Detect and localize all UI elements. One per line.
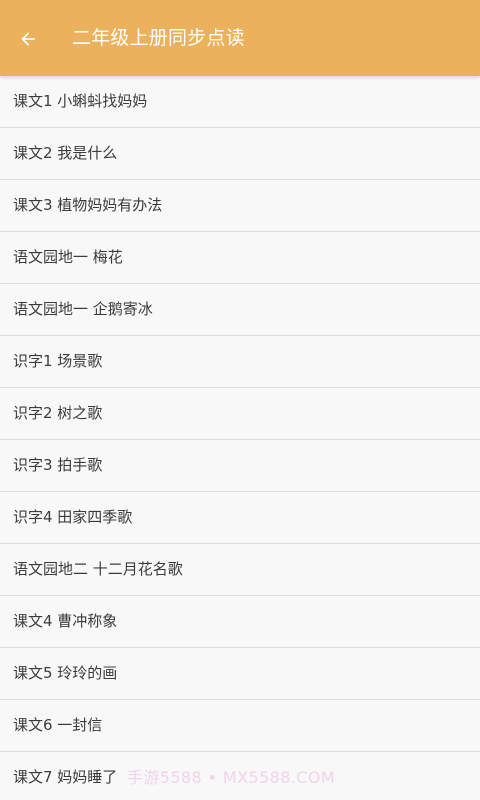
lesson-title: 课文4 曹冲称象 <box>13 612 118 630</box>
lesson-list-item[interactable]: 课文3 植物妈妈有办法 <box>0 180 480 232</box>
lesson-title: 语文园地一 企鹅寄冰 <box>13 300 153 318</box>
lesson-list-item[interactable]: 课文7 妈妈睡了 <box>0 752 480 800</box>
lesson-title: 识字3 拍手歌 <box>13 456 103 474</box>
back-arrow-icon <box>21 32 35 46</box>
lesson-list-item[interactable]: 课文2 我是什么 <box>0 128 480 180</box>
lesson-list-item[interactable]: 语文园地一 企鹅寄冰 <box>0 284 480 336</box>
lesson-list: 课文1 小蝌蚪找妈妈 课文2 我是什么 课文3 植物妈妈有办法 语文园地一 梅花… <box>0 76 480 800</box>
lesson-title: 语文园地二 十二月花名歌 <box>13 560 183 578</box>
lesson-list-item[interactable]: 语文园地一 梅花 <box>0 232 480 284</box>
lesson-list-item[interactable]: 课文5 玲玲的画 <box>0 648 480 700</box>
page-title: 二年级上册同步点读 <box>72 27 245 49</box>
lesson-title: 识字1 场景歌 <box>13 352 103 370</box>
lesson-title: 课文1 小蝌蚪找妈妈 <box>13 92 148 110</box>
lesson-list-item[interactable]: 课文1 小蝌蚪找妈妈 <box>0 76 480 128</box>
back-button[interactable] <box>14 25 42 53</box>
lesson-title: 课文7 妈妈睡了 <box>13 768 118 786</box>
lesson-title: 识字4 田家四季歌 <box>13 508 133 526</box>
lesson-title: 课文5 玲玲的画 <box>13 664 118 682</box>
lesson-list-item[interactable]: 识字3 拍手歌 <box>0 440 480 492</box>
app-screen: 二年级上册同步点读 课文1 小蝌蚪找妈妈 课文2 我是什么 课文3 植物妈妈有办… <box>0 0 480 800</box>
lesson-list-item[interactable]: 课文4 曹冲称象 <box>0 596 480 648</box>
lesson-title: 课文6 一封信 <box>13 716 103 734</box>
lesson-title: 课文3 植物妈妈有办法 <box>13 196 163 214</box>
lesson-list-item[interactable]: 课文6 一封信 <box>0 700 480 752</box>
lesson-list-item[interactable]: 识字1 场景歌 <box>0 336 480 388</box>
lesson-list-item[interactable]: 识字2 树之歌 <box>0 388 480 440</box>
top-app-bar: 二年级上册同步点读 <box>0 0 480 76</box>
lesson-list-item[interactable]: 语文园地二 十二月花名歌 <box>0 544 480 596</box>
lesson-list-item[interactable]: 识字4 田家四季歌 <box>0 492 480 544</box>
lesson-title: 语文园地一 梅花 <box>13 248 123 266</box>
lesson-title: 课文2 我是什么 <box>13 144 118 162</box>
lesson-title: 识字2 树之歌 <box>13 404 103 422</box>
